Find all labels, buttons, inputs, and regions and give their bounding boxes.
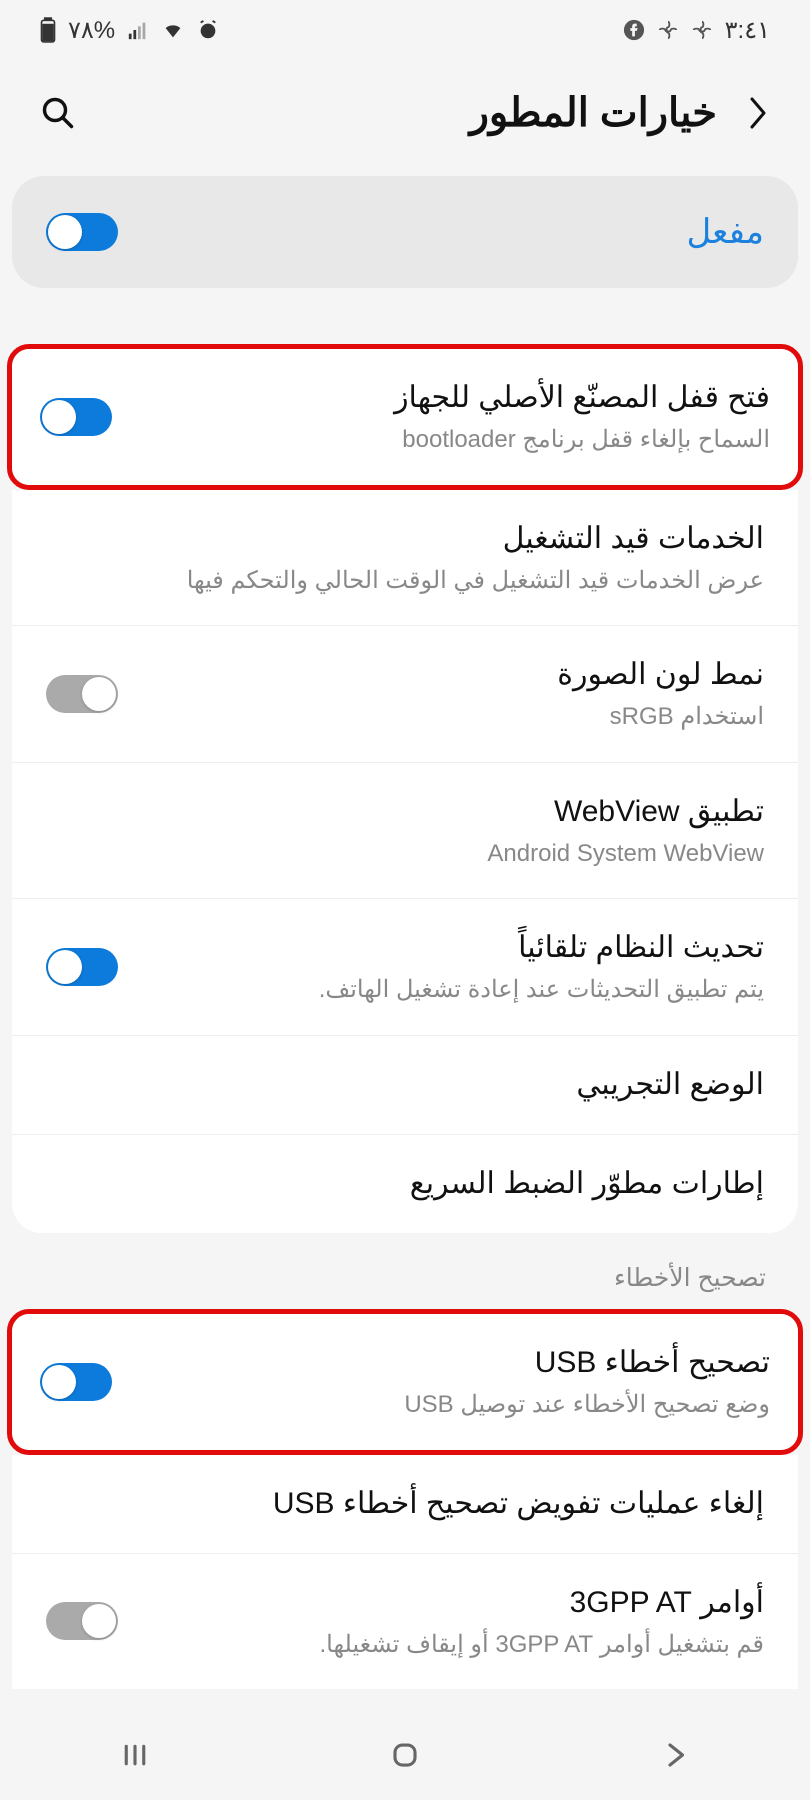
battery-icon <box>40 17 56 43</box>
item-sub: استخدام sRGB <box>136 700 764 734</box>
item-title: تصحيح أخطاء USB <box>130 1342 770 1384</box>
usb-debugging-highlight: تصحيح أخطاء USB وضع تصحيح الأخطاء عند تو… <box>7 1309 803 1455</box>
item-title: الخدمات قيد التشغيل <box>46 518 764 560</box>
navigation-bar <box>0 1710 810 1800</box>
master-switch[interactable] <box>46 213 118 251</box>
search-button[interactable] <box>40 95 76 131</box>
oem-unlock-highlight: فتح قفل المصنّع الأصلي للجهاز السماح بإل… <box>7 344 803 490</box>
loop-icon <box>691 19 713 41</box>
nav-back-button[interactable] <box>660 1740 690 1770</box>
master-toggle-label: مفعل <box>686 212 764 252</box>
webview-item[interactable]: تطبيق WebView Android System WebView <box>12 763 798 900</box>
item-sub: قم بتشغيل أوامر 3GPP AT أو إيقاف تشغيلها… <box>136 1628 764 1662</box>
clock: ٣:٤١ <box>725 16 770 45</box>
oem-unlock-item[interactable]: فتح قفل المصنّع الأصلي للجهاز السماح بإل… <box>12 349 798 485</box>
item-title: تحديث النظام تلقائياً <box>136 927 764 969</box>
back-button[interactable] <box>742 93 770 133</box>
color-profile-switch[interactable] <box>46 675 118 713</box>
status-right-group: ٣:٤١ <box>623 16 770 45</box>
item-title: تطبيق WebView <box>46 791 764 833</box>
page-title: خيارات المطور <box>470 90 717 136</box>
item-title: نمط لون الصورة <box>136 654 764 696</box>
oem-unlock-switch[interactable] <box>40 398 112 436</box>
color-profile-item[interactable]: نمط لون الصورة استخدام sRGB <box>12 626 798 763</box>
facebook-icon <box>623 19 645 41</box>
wifi-icon <box>161 19 185 41</box>
nav-home-button[interactable] <box>390 1740 420 1770</box>
item-sub: السماح بإلغاء قفل برنامج bootloader <box>130 423 770 457</box>
master-toggle-row[interactable]: مفعل <box>12 176 798 288</box>
status-left-group: %٧٨ <box>40 16 219 45</box>
nav-recents-button[interactable] <box>120 1740 150 1770</box>
qs-developer-tiles-item[interactable]: إطارات مطوّر الضبط السريع <box>12 1135 798 1233</box>
usb-debugging-item[interactable]: تصحيح أخطاء USB وضع تصحيح الأخطاء عند تو… <box>12 1314 798 1450</box>
page-header: خيارات المطور <box>0 60 810 176</box>
3gpp-at-item[interactable]: أوامر 3GPP AT قم بتشغيل أوامر 3GPP AT أو… <box>12 1554 798 1690</box>
loop-icon-2 <box>657 19 679 41</box>
item-sub: Android System WebView <box>46 837 764 871</box>
item-sub: عرض الخدمات قيد التشغيل في الوقت الحالي … <box>46 564 764 598</box>
demo-mode-item[interactable]: الوضع التجريبي <box>12 1036 798 1135</box>
alarm-icon <box>197 19 219 41</box>
battery-text: %٧٨ <box>68 16 115 45</box>
3gpp-at-switch[interactable] <box>46 1602 118 1640</box>
item-title: إطارات مطوّر الضبط السريع <box>46 1163 764 1205</box>
debugging-section-title: تصحيح الأخطاء <box>0 1233 810 1309</box>
revoke-usb-auth-item[interactable]: إلغاء عمليات تفويض تصحيح أخطاء USB <box>12 1455 798 1554</box>
item-title: أوامر 3GPP AT <box>136 1582 764 1624</box>
status-bar: ٣:٤١ %٧٨ <box>0 0 810 60</box>
auto-update-item[interactable]: تحديث النظام تلقائياً يتم تطبيق التحديثا… <box>12 899 798 1036</box>
item-title: إلغاء عمليات تفويض تصحيح أخطاء USB <box>46 1483 764 1525</box>
item-sub: يتم تطبيق التحديثات عند إعادة تشغيل الها… <box>136 973 764 1007</box>
usb-debugging-switch[interactable] <box>40 1363 112 1401</box>
running-services-item[interactable]: الخدمات قيد التشغيل عرض الخدمات قيد التش… <box>12 490 798 627</box>
item-title: الوضع التجريبي <box>46 1064 764 1106</box>
signal-icon <box>127 19 149 41</box>
item-sub: وضع تصحيح الأخطاء عند توصيل USB <box>130 1388 770 1422</box>
auto-update-switch[interactable] <box>46 948 118 986</box>
item-title: فتح قفل المصنّع الأصلي للجهاز <box>130 377 770 419</box>
